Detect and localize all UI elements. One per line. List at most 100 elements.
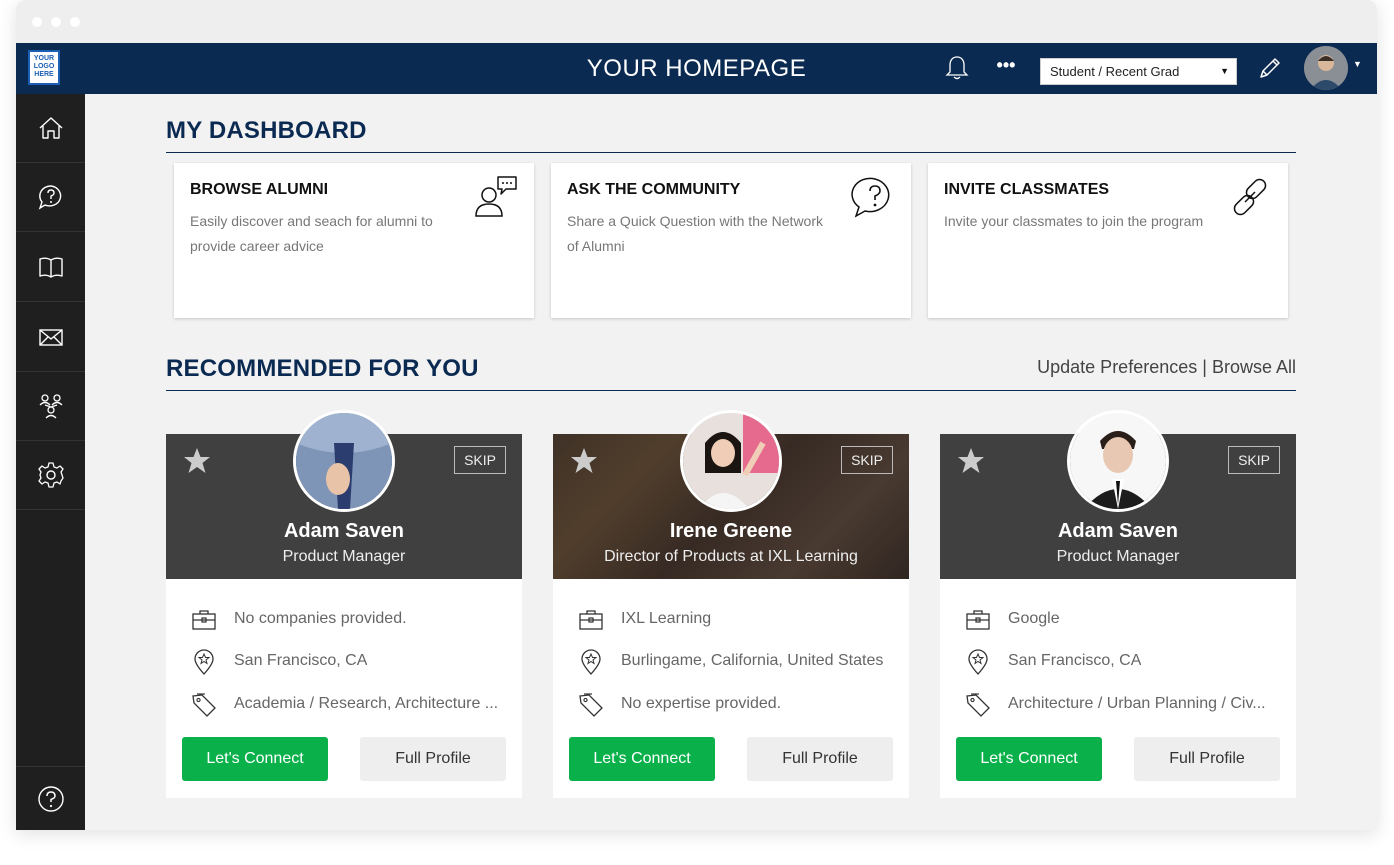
sidebar-item-resources[interactable] bbox=[16, 233, 85, 302]
role-select-value: Student / Recent Grad bbox=[1050, 64, 1180, 79]
dashboard-title: MY DASHBOARD bbox=[166, 117, 367, 144]
card-title: ASK THE COMMUNITY bbox=[567, 181, 741, 198]
expertise-row: No expertise provided. bbox=[577, 689, 897, 719]
person-name[interactable]: Adam Saven bbox=[940, 520, 1296, 543]
sidebar-item-home[interactable] bbox=[16, 94, 85, 163]
window-dot bbox=[32, 17, 42, 27]
avatar-caret-icon[interactable]: ▼ bbox=[1353, 59, 1362, 69]
invite-classmates-card[interactable]: INVITE CLASSMATES Invite your classmates… bbox=[928, 163, 1288, 318]
book-icon bbox=[38, 257, 63, 278]
briefcase-icon bbox=[192, 610, 216, 630]
profile-photo[interactable] bbox=[293, 410, 395, 512]
skip-button[interactable]: SKIP bbox=[1228, 446, 1280, 474]
expertise-text: Academia / Research, Architecture ... bbox=[234, 695, 499, 712]
link-icon bbox=[1233, 178, 1267, 216]
location-text: Burlingame, California, United States bbox=[621, 652, 884, 669]
sidebar-item-network[interactable] bbox=[16, 372, 85, 441]
links-separator: | bbox=[1202, 357, 1207, 377]
person-chat-icon bbox=[475, 176, 517, 217]
help-icon bbox=[37, 785, 64, 812]
card-text: Share a Quick Question with the Network … bbox=[567, 213, 824, 254]
recommendation-card: SKIP Irene Greene Director of Products a… bbox=[553, 410, 909, 798]
profile-photo-image bbox=[683, 413, 779, 509]
expertise-row: Academia / Research, Architecture ... bbox=[190, 689, 510, 719]
pencil-icon[interactable] bbox=[1255, 53, 1285, 83]
location-pin-icon bbox=[968, 649, 988, 675]
avatar-image bbox=[1304, 46, 1348, 90]
window-dot bbox=[51, 17, 61, 27]
question-bubble-icon bbox=[38, 185, 61, 210]
ask-community-card[interactable]: ASK THE COMMUNITY Share a Quick Question… bbox=[551, 163, 911, 318]
connect-button[interactable]: Let's Connect bbox=[182, 737, 328, 781]
more-menu-button[interactable]: ••• bbox=[992, 55, 1020, 79]
window-chrome bbox=[16, 0, 1377, 43]
briefcase-icon bbox=[579, 610, 603, 630]
sidebar bbox=[16, 94, 85, 830]
star-icon[interactable] bbox=[956, 446, 986, 476]
update-preferences-link[interactable]: Update Preferences bbox=[1037, 357, 1197, 377]
card-text: Invite your classmates to join the progr… bbox=[944, 213, 1204, 229]
person-name[interactable]: Adam Saven bbox=[166, 520, 522, 543]
location-row: San Francisco, CA bbox=[190, 646, 510, 676]
connect-button[interactable]: Let's Connect bbox=[569, 737, 715, 781]
recommendation-card: SKIP Adam Saven Product Manager No compa… bbox=[166, 410, 522, 798]
dropdown-caret-icon: ▼ bbox=[1220, 66, 1229, 76]
expertise-text: Architecture / Urban Planning / Civ... bbox=[1008, 695, 1266, 712]
profile-photo[interactable] bbox=[680, 410, 782, 512]
browse-alumni-card[interactable]: BROWSE ALUMNI Easily discover and seach … bbox=[174, 163, 534, 318]
tags-icon bbox=[579, 693, 603, 717]
star-icon[interactable] bbox=[182, 446, 212, 476]
bell-icon[interactable] bbox=[942, 53, 972, 83]
expertise-text: No expertise provided. bbox=[621, 695, 782, 712]
card-text: Easily discover and seach for alumni to … bbox=[190, 213, 433, 254]
avatar[interactable] bbox=[1304, 46, 1348, 90]
person-role: Product Manager bbox=[1056, 548, 1180, 565]
location-text: San Francisco, CA bbox=[1008, 652, 1142, 669]
location-text: San Francisco, CA bbox=[234, 652, 368, 669]
recommendation-card: SKIP Adam Saven Product Manager Google S… bbox=[940, 410, 1296, 798]
star-icon[interactable] bbox=[569, 446, 599, 476]
company-text: No companies provided. bbox=[234, 610, 407, 627]
browse-all-link[interactable]: Browse All bbox=[1212, 357, 1296, 377]
company-text: Google bbox=[1008, 610, 1060, 627]
full-profile-button[interactable]: Full Profile bbox=[747, 737, 893, 781]
role-select[interactable]: Student / Recent Grad ▼ bbox=[1040, 58, 1237, 85]
sidebar-item-settings[interactable] bbox=[16, 441, 85, 510]
sidebar-item-questions[interactable] bbox=[16, 163, 85, 232]
company-row: IXL Learning bbox=[577, 604, 897, 634]
gear-icon bbox=[37, 462, 64, 488]
window-dot bbox=[70, 17, 80, 27]
sidebar-item-messages[interactable] bbox=[16, 303, 85, 372]
recommended-title: RECOMMENDED FOR YOU bbox=[166, 355, 479, 382]
tags-icon bbox=[192, 693, 216, 717]
location-row: San Francisco, CA bbox=[964, 646, 1284, 676]
location-pin-icon bbox=[581, 649, 601, 675]
skip-button[interactable]: SKIP bbox=[841, 446, 893, 474]
company-row: No companies provided. bbox=[190, 604, 510, 634]
section-divider bbox=[166, 390, 1296, 391]
person-role: Product Manager bbox=[282, 548, 406, 565]
tags-icon bbox=[966, 693, 990, 717]
card-title: BROWSE ALUMNI bbox=[190, 181, 329, 198]
full-profile-button[interactable]: Full Profile bbox=[1134, 737, 1280, 781]
sidebar-item-help[interactable] bbox=[16, 766, 85, 830]
location-row: Burlingame, California, United States bbox=[577, 646, 897, 676]
people-network-icon bbox=[39, 394, 62, 419]
recommended-links: Update Preferences | Browse All bbox=[916, 357, 1296, 378]
card-title: INVITE CLASSMATES bbox=[944, 181, 1110, 198]
expertise-row: Architecture / Urban Planning / Civ... bbox=[964, 689, 1284, 719]
logo[interactable]: YOUR LOGO HERE bbox=[28, 50, 60, 85]
briefcase-icon bbox=[966, 610, 990, 630]
connect-button[interactable]: Let's Connect bbox=[956, 737, 1102, 781]
section-divider bbox=[166, 152, 1296, 153]
person-name[interactable]: Irene Greene bbox=[553, 520, 909, 543]
app-window: YOUR LOGO HERE YOUR HOMEPAGE ••• Student… bbox=[16, 0, 1377, 830]
top-bar: YOUR LOGO HERE YOUR HOMEPAGE ••• Student… bbox=[16, 43, 1377, 94]
skip-button[interactable]: SKIP bbox=[454, 446, 506, 474]
full-profile-button[interactable]: Full Profile bbox=[360, 737, 506, 781]
company-text: IXL Learning bbox=[621, 610, 712, 627]
home-icon bbox=[39, 117, 62, 139]
profile-photo[interactable] bbox=[1067, 410, 1169, 512]
person-role: Director of Products at IXL Learning bbox=[604, 548, 858, 565]
company-row: Google bbox=[964, 604, 1284, 634]
